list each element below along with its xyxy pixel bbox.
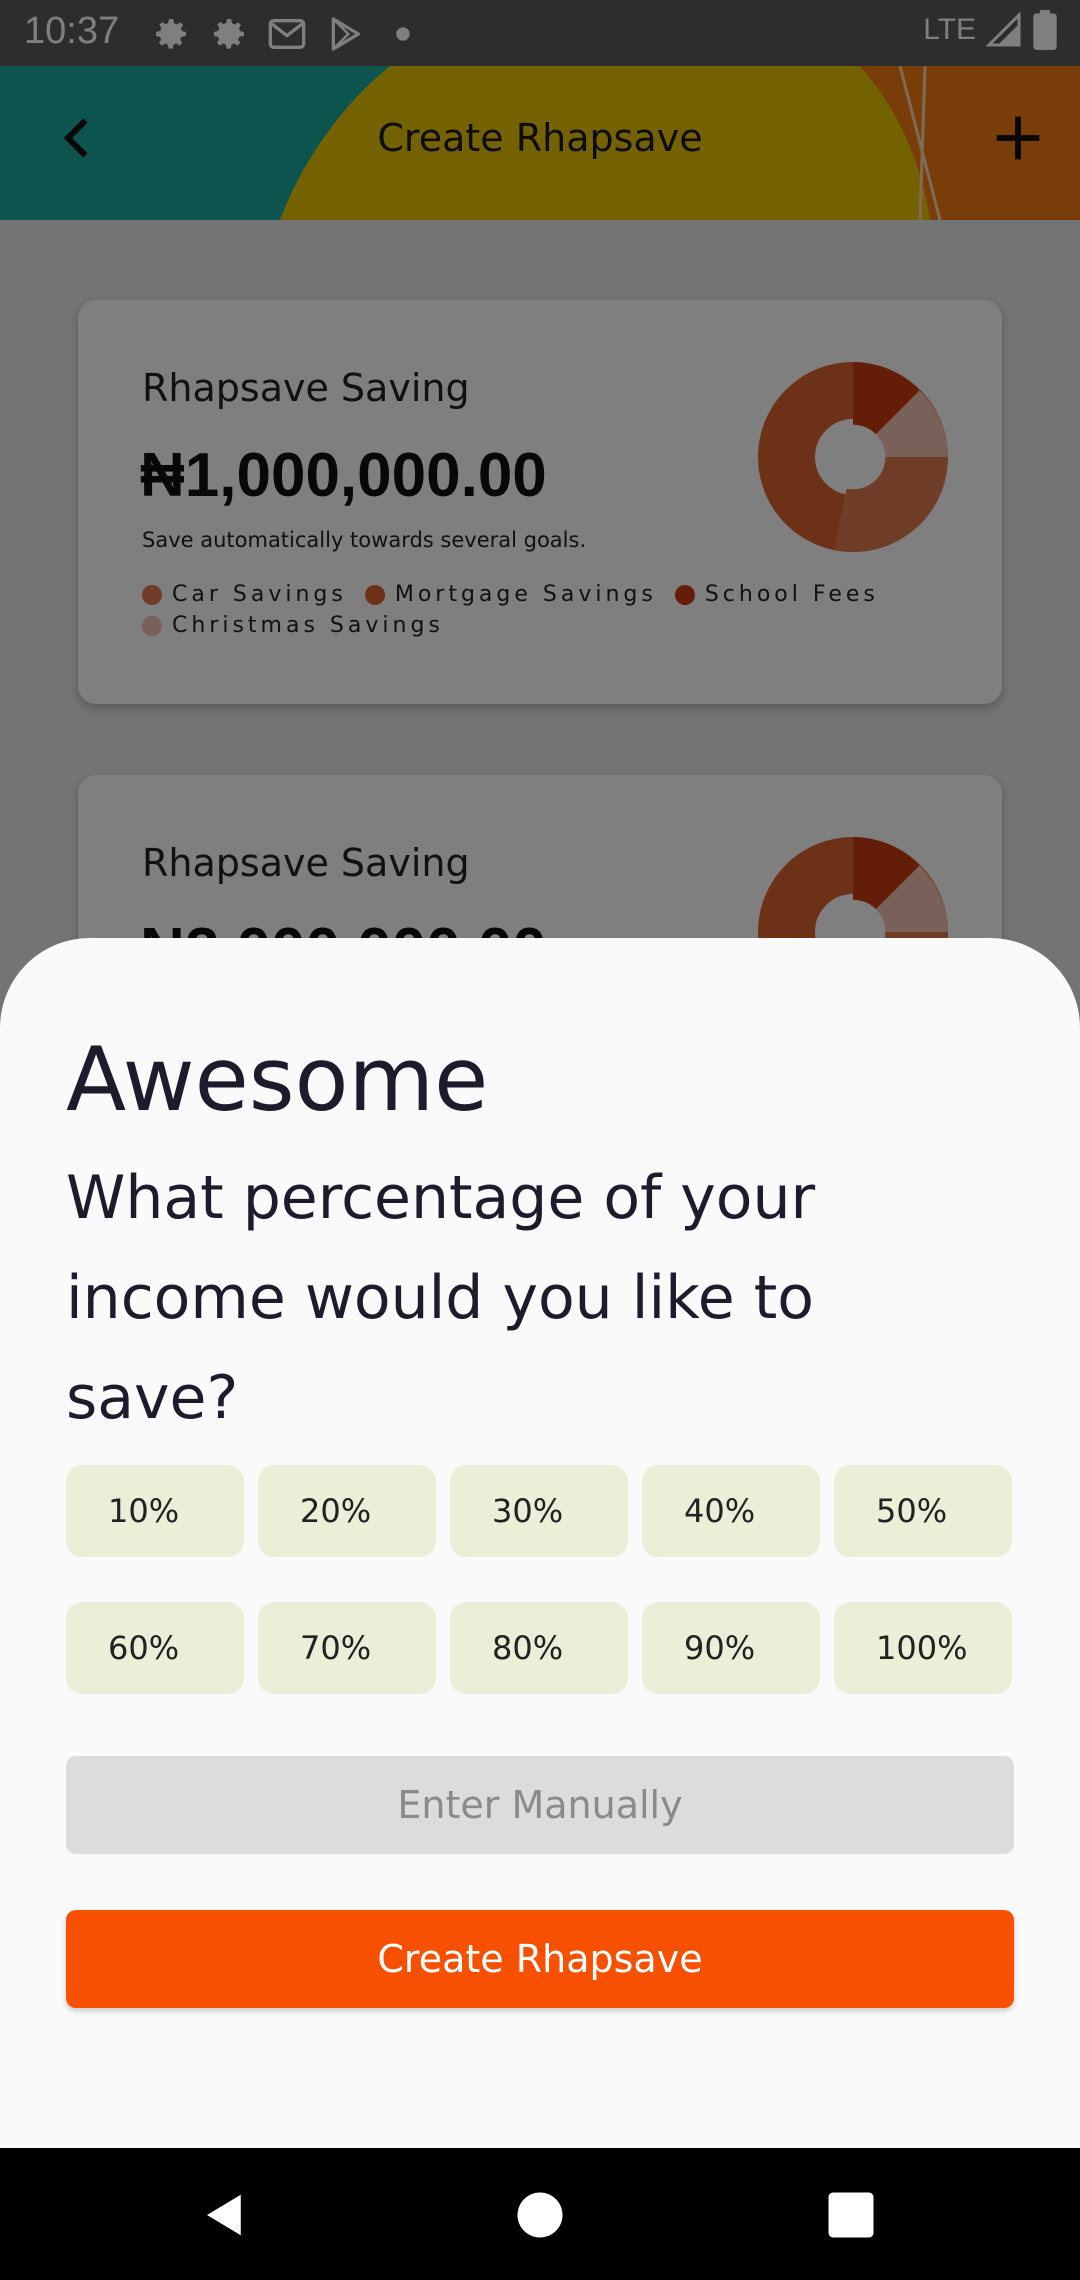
percentage-option[interactable]: 70% bbox=[258, 1602, 436, 1694]
sheet-heading: Awesome bbox=[66, 1028, 489, 1131]
back-nav-icon[interactable] bbox=[198, 2188, 252, 2242]
percentage-option[interactable]: 20% bbox=[258, 1465, 436, 1557]
percentage-options: 10% 20% 30% 40% 50% 60% 70% 80% 90% 100% bbox=[66, 1465, 1014, 1694]
percentage-option[interactable]: 40% bbox=[642, 1465, 820, 1557]
percentage-option[interactable]: 60% bbox=[66, 1602, 244, 1694]
navigation-bar bbox=[0, 2148, 1080, 2280]
percentage-option[interactable]: 50% bbox=[834, 1465, 1012, 1557]
create-rhapsave-button[interactable]: Create Rhapsave bbox=[66, 1910, 1014, 2008]
percentage-option[interactable]: 10% bbox=[66, 1465, 244, 1557]
home-nav-icon[interactable] bbox=[513, 2188, 567, 2242]
percentage-option[interactable]: 80% bbox=[450, 1602, 628, 1694]
percentage-option[interactable]: 100% bbox=[834, 1602, 1012, 1694]
enter-manually-button[interactable]: Enter Manually bbox=[66, 1756, 1014, 1854]
percentage-option[interactable]: 90% bbox=[642, 1602, 820, 1694]
sheet-question: What percentage of your income would you… bbox=[66, 1163, 816, 1433]
recents-nav-icon[interactable] bbox=[824, 2188, 878, 2242]
bottom-sheet: Awesome What percentage of your income w… bbox=[0, 938, 1080, 2148]
percentage-option[interactable]: 30% bbox=[450, 1465, 628, 1557]
